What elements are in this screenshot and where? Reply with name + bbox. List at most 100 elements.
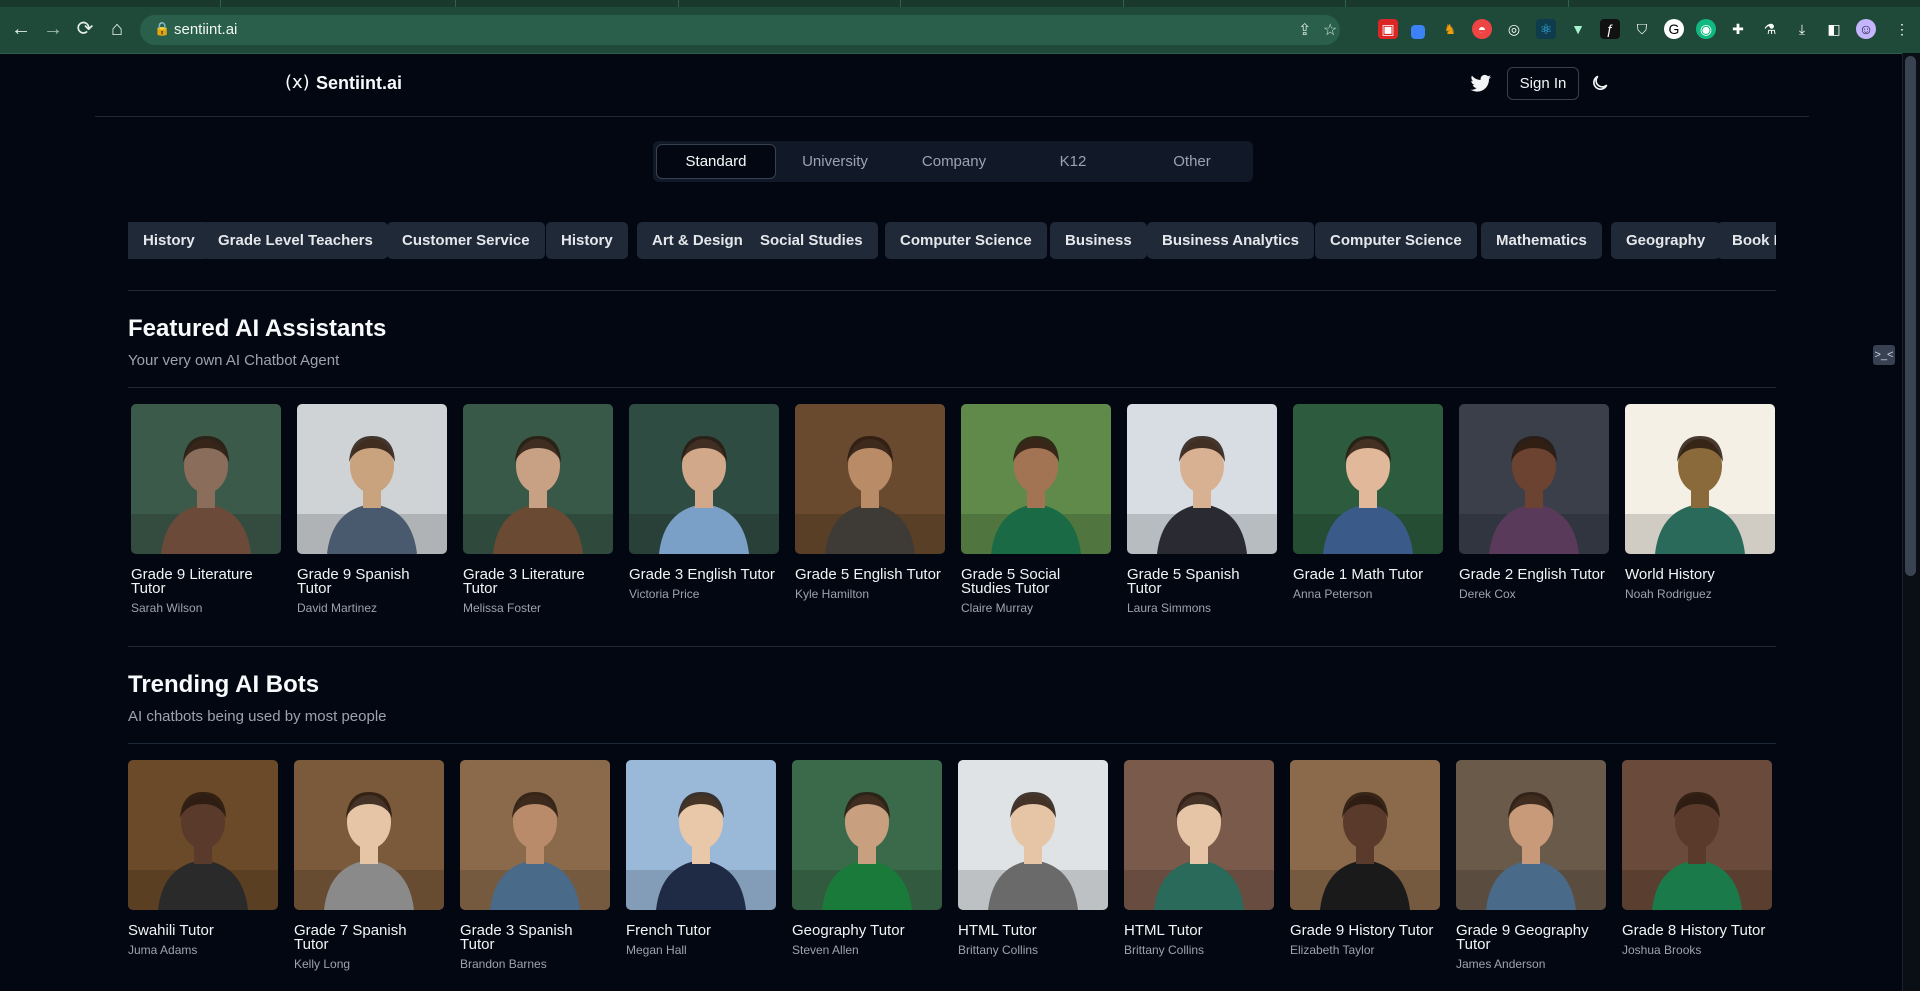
category-chip[interactable]: Social Studies — [745, 222, 878, 259]
extension-blue-icon[interactable] — [1411, 25, 1425, 39]
assistant-card[interactable]: French Tutor Megan Hall — [626, 760, 776, 957]
home-button[interactable]: ⌂ — [105, 17, 129, 41]
assistant-title[interactable]: Grade 9 Literature Tutor — [131, 567, 281, 596]
assistant-avatar[interactable] — [1622, 760, 1772, 910]
extension-flask-icon[interactable]: ⚗ — [1760, 19, 1780, 39]
assistant-card[interactable]: Grade 7 Spanish Tutor Kelly Long — [294, 760, 444, 971]
assistant-card[interactable]: HTML Tutor Brittany Collins — [1124, 760, 1274, 957]
scrollbar-thumb[interactable] — [1905, 56, 1916, 576]
segment-tab-k12[interactable]: K12 — [1014, 145, 1132, 178]
extension-react-icon[interactable]: ⚛ — [1536, 19, 1556, 39]
assistant-avatar[interactable] — [1456, 760, 1606, 910]
assistant-title[interactable]: Swahili Tutor — [128, 923, 278, 938]
forward-button[interactable]: → — [41, 17, 65, 41]
assistant-card[interactable]: Grade 3 Literature Tutor Melissa Foster — [463, 404, 613, 615]
assistant-title[interactable]: French Tutor — [626, 923, 776, 938]
assistant-card[interactable]: Geography Tutor Steven Allen — [792, 760, 942, 957]
assistant-title[interactable]: Geography Tutor — [792, 923, 942, 938]
category-chip[interactable]: Business Analytics — [1147, 222, 1314, 259]
assistant-avatar[interactable] — [629, 404, 779, 554]
category-chip[interactable]: History — [128, 222, 210, 259]
assistant-title[interactable]: Grade 5 English Tutor — [795, 567, 945, 582]
extension-fx-icon[interactable]: ƒ — [1600, 19, 1620, 39]
assistant-avatar[interactable] — [460, 760, 610, 910]
extension-red-icon[interactable]: ▣ — [1378, 19, 1398, 39]
assistant-avatar[interactable] — [1290, 760, 1440, 910]
side-panel-icon[interactable]: ◧ — [1824, 19, 1844, 39]
assistant-avatar[interactable] — [297, 404, 447, 554]
extension-glasses-icon[interactable]: ◎ — [1504, 19, 1524, 39]
category-chip[interactable]: Computer Science — [1315, 222, 1477, 259]
reload-button[interactable]: ⟳ — [73, 17, 97, 41]
category-chip[interactable]: Grade Level Teachers — [203, 222, 388, 259]
assistant-card[interactable]: Grade 9 History Tutor Elizabeth Taylor — [1290, 760, 1440, 957]
assistant-card[interactable]: Grade 1 Math Tutor Anna Peterson — [1293, 404, 1443, 601]
category-chip[interactable]: Business — [1050, 222, 1147, 259]
category-chip[interactable]: Customer Service — [387, 222, 545, 259]
segment-tab-standard[interactable]: Standard — [657, 145, 775, 178]
download-icon[interactable]: ⤓ — [1792, 19, 1812, 39]
assistant-title[interactable]: Grade 8 History Tutor — [1622, 923, 1772, 938]
assistant-avatar[interactable] — [1124, 760, 1274, 910]
extension-grammarly-icon[interactable]: G — [1664, 19, 1684, 39]
assistant-card[interactable]: Grade 5 Spanish Tutor Laura Simmons — [1127, 404, 1277, 615]
assistant-avatar[interactable] — [1625, 404, 1775, 554]
assistant-card[interactable]: Grade 3 English Tutor Victoria Price — [629, 404, 779, 601]
assistant-avatar[interactable] — [1459, 404, 1609, 554]
assistant-card[interactable]: Grade 5 English Tutor Kyle Hamilton — [795, 404, 945, 601]
category-chip[interactable]: Mathematics — [1481, 222, 1602, 259]
assistant-title[interactable]: Grade 9 Geography Tutor — [1456, 923, 1606, 952]
profile-avatar-icon[interactable]: ☺ — [1856, 19, 1876, 39]
assistant-avatar[interactable] — [1127, 404, 1277, 554]
assistant-title[interactable]: HTML Tutor — [958, 923, 1108, 938]
assistant-card[interactable]: Grade 9 Literature Tutor Sarah Wilson — [131, 404, 281, 615]
assistant-title[interactable]: Grade 3 Spanish Tutor — [460, 923, 610, 952]
segment-tab-university[interactable]: University — [776, 145, 894, 178]
assistant-title[interactable]: Grade 1 Math Tutor — [1293, 567, 1443, 582]
category-chip[interactable]: History — [546, 222, 628, 259]
assistant-title[interactable]: HTML Tutor — [1124, 923, 1274, 938]
assistant-title[interactable]: Grade 2 English Tutor — [1459, 567, 1609, 582]
url-text[interactable]: sentiint.ai — [174, 21, 237, 38]
assistant-avatar[interactable] — [128, 760, 278, 910]
segment-tab-company[interactable]: Company — [895, 145, 1013, 178]
assistant-avatar[interactable] — [958, 760, 1108, 910]
assistant-title[interactable]: Grade 5 Spanish Tutor — [1127, 567, 1277, 596]
back-button[interactable]: ← — [9, 17, 33, 41]
assistant-title[interactable]: Grade 3 English Tutor — [629, 567, 779, 582]
side-widget-icon[interactable]: >_< — [1873, 345, 1895, 365]
extension-horse-icon[interactable]: ♞ — [1440, 19, 1460, 39]
sign-in-button[interactable]: Sign In — [1507, 67, 1579, 100]
segment-tab-other[interactable]: Other — [1133, 145, 1251, 178]
assistant-avatar[interactable] — [463, 404, 613, 554]
extension-shield-icon[interactable]: ⛉ — [1632, 19, 1652, 39]
assistant-card[interactable]: Grade 8 History Tutor Joshua Brooks — [1622, 760, 1772, 957]
assistant-avatar[interactable] — [294, 760, 444, 910]
extension-green-icon[interactable]: ◉ — [1696, 19, 1716, 39]
bookmark-star-icon[interactable]: ☆ — [1323, 20, 1337, 40]
logo-icon[interactable]: (x) — [285, 72, 310, 93]
logo-text[interactable]: Sentiint.ai — [316, 73, 402, 94]
extensions-puzzle-icon[interactable]: ✚ — [1728, 19, 1748, 39]
extension-pokeball-icon[interactable]: ◓ — [1472, 19, 1492, 39]
assistant-card[interactable]: World History Noah Rodriguez — [1625, 404, 1775, 601]
assistant-avatar[interactable] — [626, 760, 776, 910]
assistant-title[interactable]: Grade 5 Social Studies Tutor — [961, 567, 1111, 596]
browser-menu-icon[interactable]: ⋮ — [1892, 19, 1912, 39]
assistant-avatar[interactable] — [792, 760, 942, 910]
assistant-card[interactable]: Grade 3 Spanish Tutor Brandon Barnes — [460, 760, 610, 971]
assistant-card[interactable]: Grade 9 Spanish Tutor David Martinez — [297, 404, 447, 615]
address-bar[interactable]: 🔒 sentiint.ai ⇪ ☆ — [140, 15, 1340, 45]
assistant-card[interactable]: Grade 9 Geography Tutor James Anderson — [1456, 760, 1606, 971]
assistant-title[interactable]: Grade 9 Spanish Tutor — [297, 567, 447, 596]
category-chip[interactable]: Book Reviews — [1717, 222, 1776, 259]
assistant-card[interactable]: Swahili Tutor Juma Adams — [128, 760, 278, 957]
assistant-title[interactable]: Grade 7 Spanish Tutor — [294, 923, 444, 952]
moon-icon[interactable] — [1590, 73, 1610, 93]
assistant-avatar[interactable] — [131, 404, 281, 554]
category-chip[interactable]: Art & Design — [637, 222, 758, 259]
assistant-card[interactable]: Grade 2 English Tutor Derek Cox — [1459, 404, 1609, 601]
assistant-title[interactable]: Grade 9 History Tutor — [1290, 923, 1440, 938]
share-icon[interactable]: ⇪ — [1298, 20, 1311, 40]
category-chip[interactable]: Computer Science — [885, 222, 1047, 259]
